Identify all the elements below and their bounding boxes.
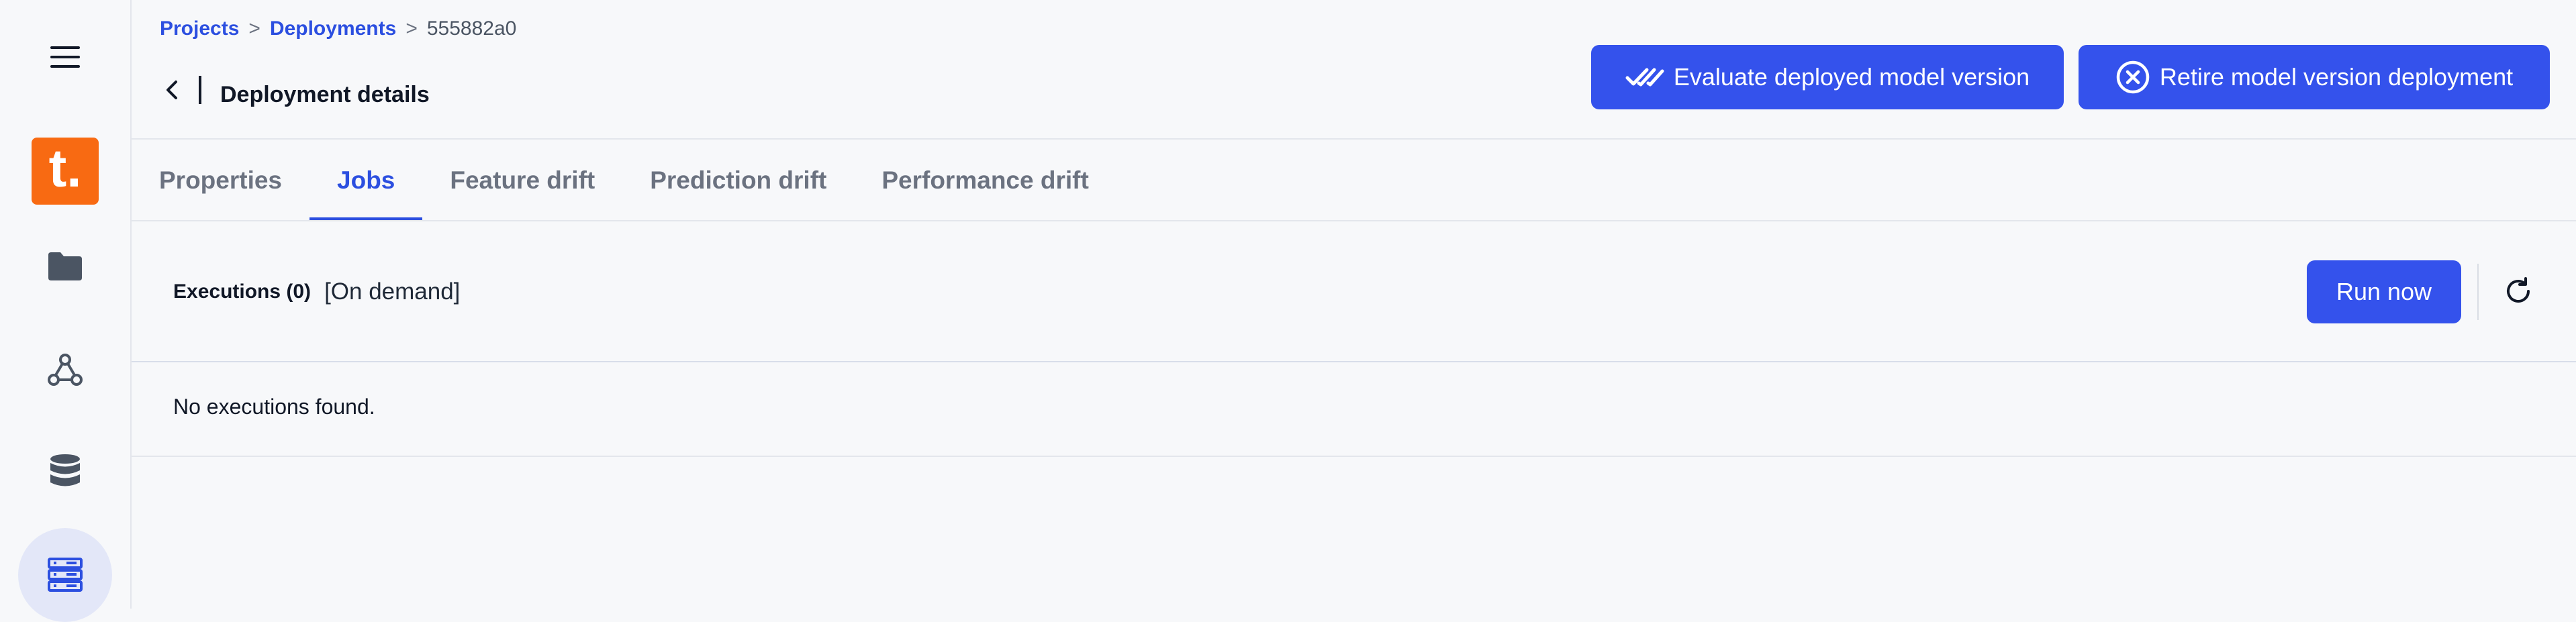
database-icon[interactable]: [38, 447, 92, 497]
page-title: Deployment details: [220, 81, 430, 107]
breadcrumb-current: 555882a0: [426, 17, 517, 40]
breadcrumb: Projects > Deployments > 555882a0: [160, 17, 516, 40]
menu-icon[interactable]: [41, 35, 89, 79]
tab-bar: Properties Jobs Feature drift Prediction…: [132, 140, 1116, 221]
server-icon[interactable]: [18, 528, 112, 622]
tabs-divider: [132, 220, 2576, 221]
retire-button-label: Retire model version deployment: [2159, 63, 2514, 91]
list-divider: [132, 456, 2576, 457]
retire-deployment-button[interactable]: Retire model version deployment: [2079, 45, 2550, 109]
breadcrumb-projects-link[interactable]: Projects: [160, 17, 239, 40]
title-row: Deployment details: [158, 68, 430, 111]
empty-executions-message: No executions found.: [173, 395, 375, 419]
tab-performance-drift[interactable]: Performance drift: [854, 140, 1116, 221]
evaluate-model-version-button[interactable]: Evaluate deployed model version: [1591, 45, 2064, 109]
run-now-button[interactable]: Run now: [2307, 260, 2461, 323]
executions-mode: [On demand]: [324, 278, 461, 305]
executions-divider: [132, 361, 2576, 362]
tab-prediction-drift[interactable]: Prediction drift: [622, 140, 854, 221]
close-circle-icon: [2115, 60, 2150, 95]
tab-jobs[interactable]: Jobs: [309, 140, 423, 221]
executions-title: Executions (0): [173, 280, 312, 303]
evaluate-button-label: Evaluate deployed model version: [1673, 63, 2030, 91]
sidebar: t.: [0, 0, 132, 622]
refresh-icon[interactable]: [2499, 272, 2538, 311]
executions-header: Executions (0) [On demand]: [173, 268, 460, 315]
back-arrow-icon[interactable]: [158, 73, 185, 107]
title-divider: [199, 76, 201, 104]
app-logo[interactable]: t.: [32, 138, 99, 205]
double-check-icon: [1625, 66, 1664, 89]
breadcrumb-deployments-link[interactable]: Deployments: [270, 17, 396, 40]
tab-properties[interactable]: Properties: [132, 140, 309, 221]
breadcrumb-separator: >: [406, 17, 418, 40]
toolbar-divider: [2477, 264, 2479, 320]
pipelines-icon[interactable]: [38, 345, 92, 395]
breadcrumb-separator: >: [248, 17, 260, 40]
folder-icon[interactable]: [38, 243, 92, 290]
tab-feature-drift[interactable]: Feature drift: [422, 140, 622, 221]
